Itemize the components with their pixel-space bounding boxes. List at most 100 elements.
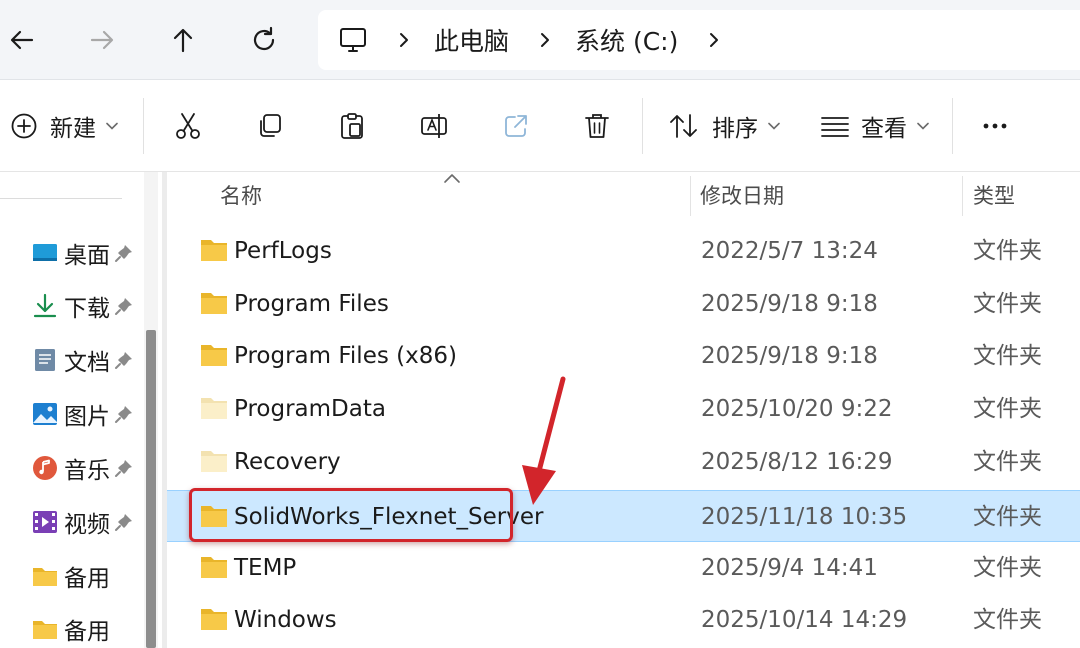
- file-name: Recovery: [234, 449, 341, 475]
- file-row[interactable]: ProgramData 2025/10/20 9:22 文件夹: [167, 383, 1080, 435]
- music-icon: [32, 455, 58, 481]
- sidebar-item-videos[interactable]: 视频: [32, 502, 134, 542]
- file-row[interactable]: Program Files 2025/9/18 9:18 文件夹: [167, 278, 1080, 330]
- sidebar-item-label: 桌面: [64, 243, 110, 269]
- forward-button[interactable]: [76, 14, 128, 66]
- pin-icon[interactable]: [114, 458, 134, 478]
- file-name: ProgramData: [234, 396, 386, 422]
- new-button-label: 新建: [50, 116, 96, 142]
- picture-icon: [32, 401, 58, 427]
- sort-button[interactable]: 排序: [668, 104, 780, 148]
- download-icon: [32, 293, 58, 319]
- delete-button[interactable]: [575, 104, 619, 148]
- column-header-type[interactable]: 类型: [973, 172, 1015, 218]
- sidebar-item-backup-2[interactable]: 备用: [32, 609, 110, 648]
- toolbar-divider: [143, 98, 144, 154]
- sort-arrows-icon: [670, 114, 697, 138]
- more-dots-icon: [983, 123, 1007, 129]
- file-row[interactable]: Windows 2025/10/14 14:29 文件夹: [167, 594, 1080, 646]
- paste-button[interactable]: [330, 104, 374, 148]
- new-button[interactable]: 新建: [10, 104, 118, 148]
- chevron-right-icon[interactable]: [537, 31, 553, 49]
- file-date: 2025/9/18 9:18: [701, 343, 878, 369]
- plus-circle-icon: [11, 113, 37, 139]
- rename-icon: [421, 114, 447, 138]
- sidebar-item-documents[interactable]: 文档: [32, 340, 134, 380]
- file-type: 文件夹: [973, 555, 1042, 581]
- breadcrumb-this-pc[interactable]: 此电脑: [434, 22, 509, 58]
- chevron-down-icon: [917, 122, 929, 130]
- file-type: 文件夹: [973, 238, 1042, 264]
- column-divider[interactable]: [690, 176, 691, 216]
- breadcrumb-system-drive[interactable]: 系统 (C:): [575, 22, 678, 58]
- file-name: Program Files: [234, 291, 389, 317]
- up-button[interactable]: [157, 14, 209, 66]
- sidebar-item-label: 视频: [64, 512, 110, 538]
- file-list: 名称 修改日期 类型 PerfLogs 2022/5/7 13:24 文件夹 P…: [167, 172, 1080, 648]
- file-type: 文件夹: [973, 396, 1042, 422]
- nav-divider: [0, 198, 122, 199]
- copy-button[interactable]: [248, 104, 292, 148]
- file-row[interactable]: PerfLogs 2022/5/7 13:24 文件夹: [167, 225, 1080, 277]
- paste-icon: [341, 113, 363, 139]
- nav-scrollbar-thumb[interactable]: [146, 330, 156, 648]
- pin-icon[interactable]: [114, 404, 134, 424]
- view-button[interactable]: 查看: [821, 104, 929, 148]
- sidebar-item-music[interactable]: 音乐: [32, 448, 134, 488]
- up-arrow-icon: [173, 28, 193, 53]
- file-type: 文件夹: [973, 607, 1042, 633]
- file-date: 2025/10/14 14:29: [701, 607, 908, 633]
- cut-button[interactable]: [166, 104, 210, 148]
- file-date: 2025/9/4 14:41: [701, 555, 878, 581]
- hidden-folder-icon: [200, 449, 228, 473]
- folder-icon: [200, 343, 228, 367]
- chevron-right-icon[interactable]: [396, 31, 412, 49]
- folder-icon: [32, 616, 58, 642]
- chevron-right-icon[interactable]: [706, 31, 722, 49]
- sort-ascending-icon: [443, 172, 461, 184]
- folder-icon: [200, 555, 228, 579]
- more-options-button[interactable]: [973, 104, 1017, 148]
- sidebar-item-pictures[interactable]: 图片: [32, 394, 134, 434]
- pin-icon[interactable]: [114, 512, 134, 532]
- chevron-down-icon: [768, 122, 780, 130]
- file-date: 2025/8/12 16:29: [701, 449, 893, 475]
- trash-icon: [585, 114, 609, 138]
- address-box[interactable]: 此电脑 系统 (C:): [318, 10, 1080, 70]
- video-icon: [32, 509, 58, 535]
- command-bar: 新建 排序 查看: [0, 80, 1080, 172]
- sidebar-item-desktop[interactable]: 桌面: [32, 233, 134, 273]
- column-divider[interactable]: [962, 176, 963, 216]
- file-name: TEMP: [234, 555, 297, 581]
- list-view-icon: [821, 117, 849, 137]
- share-button[interactable]: [494, 104, 538, 148]
- copy-icon: [260, 114, 281, 137]
- scissors-icon: [176, 113, 200, 139]
- sidebar-item-label: 下载: [64, 296, 110, 322]
- pin-icon[interactable]: [114, 350, 134, 370]
- sort-button-label: 排序: [712, 116, 758, 142]
- chevron-down-icon: [106, 122, 118, 130]
- file-date: 2025/11/18 10:35: [701, 504, 908, 530]
- file-type: 文件夹: [973, 343, 1042, 369]
- file-row[interactable]: Recovery 2025/8/12 16:29 文件夹: [167, 436, 1080, 488]
- column-header-date[interactable]: 修改日期: [700, 172, 784, 218]
- this-pc-icon[interactable]: [338, 25, 368, 55]
- refresh-button[interactable]: [238, 14, 290, 66]
- pin-icon[interactable]: [114, 296, 134, 316]
- file-row[interactable]: TEMP 2025/9/4 14:41 文件夹: [167, 542, 1080, 594]
- file-row[interactable]: Program Files (x86) 2025/9/18 9:18 文件夹: [167, 330, 1080, 382]
- pin-icon[interactable]: [114, 243, 134, 263]
- back-button[interactable]: [0, 14, 48, 66]
- rename-button[interactable]: [412, 104, 456, 148]
- sidebar-item-downloads[interactable]: 下载: [32, 286, 134, 326]
- sidebar-item-backup-1[interactable]: 备用: [32, 556, 110, 596]
- file-type: 文件夹: [973, 504, 1042, 530]
- column-header-name[interactable]: 名称: [220, 172, 262, 218]
- view-button-label: 查看: [861, 116, 907, 142]
- file-date: 2025/9/18 9:18: [701, 291, 878, 317]
- folder-icon: [200, 238, 228, 262]
- toolbar-divider: [952, 98, 953, 154]
- sidebar-item-label: 图片: [64, 404, 110, 430]
- file-type: 文件夹: [973, 449, 1042, 475]
